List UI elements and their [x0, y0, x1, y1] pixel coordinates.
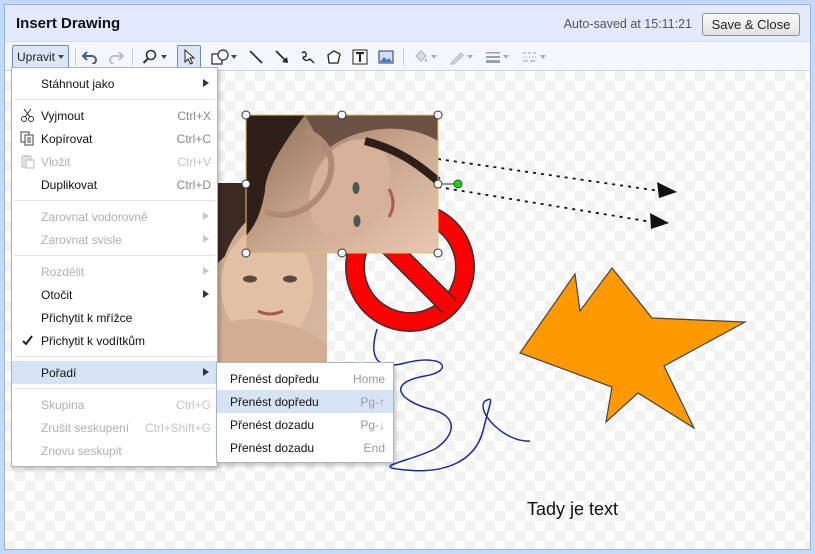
- scribble-icon[interactable]: [297, 45, 319, 68]
- star-shape[interactable]: [519, 267, 748, 430]
- chevron-right-icon: [203, 212, 209, 220]
- menu-item-order[interactable]: Pořadí: [12, 361, 217, 384]
- line-dash-icon: [517, 45, 551, 68]
- fill-color-icon: [409, 45, 441, 68]
- scissors-icon: [21, 108, 34, 122]
- menu-divider: [14, 99, 215, 100]
- order-submenu: Přenést dopředu Home Přenést dopředu Pg-…: [216, 362, 394, 463]
- menu-item-ungroup: Zrušit seskupení Ctrl+Shift+G: [41, 421, 211, 435]
- zoom-icon[interactable]: [137, 45, 171, 68]
- scribble-line[interactable]: [373, 328, 531, 472]
- menu-item-send-to-back[interactable]: Přenést dozadu End: [217, 436, 393, 459]
- line-weight-icon: [481, 45, 513, 68]
- chevron-right-icon: [203, 290, 209, 298]
- chevron-right-icon: [203, 235, 209, 243]
- arrow-icon[interactable]: [271, 45, 293, 68]
- image-icon[interactable]: [375, 45, 397, 68]
- polygon-icon[interactable]: [323, 45, 345, 68]
- line-color-icon: [445, 45, 477, 68]
- save-close-button[interactable]: Save & Close: [702, 13, 800, 36]
- menu-divider: [14, 255, 215, 256]
- menu-item-bring-forward[interactable]: Přenést dopředu Pg-↑: [217, 390, 393, 413]
- photo-selected[interactable]: [245, 114, 441, 254]
- menu-item-align-horizontal: Zarovnat vodorovně: [12, 205, 217, 228]
- connector-handle[interactable]: [453, 179, 463, 189]
- dotted-arrows[interactable]: [437, 158, 677, 229]
- chevron-down-icon: [58, 54, 64, 59]
- menu-item-duplicate[interactable]: Duplikovat Ctrl+D: [12, 173, 217, 196]
- shape-icon[interactable]: [207, 45, 241, 68]
- menu-item-send-backward[interactable]: Přenést dozadu Pg-↓: [217, 413, 393, 436]
- dialog-titlebar: Insert Drawing Auto-saved at 15:11:21 Sa…: [5, 5, 810, 41]
- menu-item-rotate[interactable]: Otočit: [12, 283, 217, 306]
- menu-item-bring-to-front[interactable]: Přenést dopředu Home: [217, 367, 393, 390]
- menu-item-paste: Vložit Ctrl+V: [12, 150, 217, 173]
- menu-divider: [14, 356, 215, 357]
- toolbar-divider: [75, 48, 76, 66]
- menu-divider: [14, 388, 215, 389]
- menu-divider: [14, 200, 215, 201]
- menu-item-snap-to-grid[interactable]: Přichytit k mřížce: [12, 306, 217, 329]
- line-icon[interactable]: [245, 45, 267, 68]
- menu-item-distribute: Rozdělit: [12, 260, 217, 283]
- menu-item-regroup: Znovu seskupit: [41, 444, 122, 458]
- select-icon[interactable]: [177, 45, 201, 68]
- chevron-right-icon: [203, 368, 209, 376]
- edit-menu-button[interactable]: Upravit: [12, 45, 69, 68]
- chevron-right-icon: [203, 267, 209, 275]
- toolbar-divider: [403, 48, 404, 66]
- menu-item-copy[interactable]: Kopírovat Ctrl+C: [12, 127, 217, 150]
- paste-icon: [21, 155, 35, 169]
- canvas-text-box[interactable]: Tady je text: [527, 499, 618, 520]
- autosave-status: Auto-saved at 15:11:21: [563, 17, 692, 31]
- edit-menu: Stáhnout jako Vyjmout Ctrl+X Kopírovat C…: [11, 67, 218, 467]
- menu-item-group: Skupina Ctrl+G: [41, 398, 211, 412]
- undo-icon[interactable]: [79, 45, 101, 68]
- copy-icon: [20, 131, 34, 146]
- menu-item-download-as[interactable]: Stáhnout jako: [12, 72, 217, 95]
- dialog-title: Insert Drawing: [16, 15, 121, 32]
- redo-icon[interactable]: [105, 45, 127, 68]
- menu-item-snap-to-guides[interactable]: Přichytit k vodítkům: [12, 329, 217, 352]
- edit-menu-label: Upravit: [16, 49, 55, 64]
- menu-item-cut[interactable]: Vyjmout Ctrl+X: [12, 104, 217, 127]
- menu-item-align-vertical: Zarovnat svisle: [12, 228, 217, 251]
- toolbar-divider: [132, 48, 133, 66]
- chevron-right-icon: [203, 79, 209, 87]
- checkmark-icon: [22, 335, 33, 346]
- textbox-icon[interactable]: [349, 45, 371, 68]
